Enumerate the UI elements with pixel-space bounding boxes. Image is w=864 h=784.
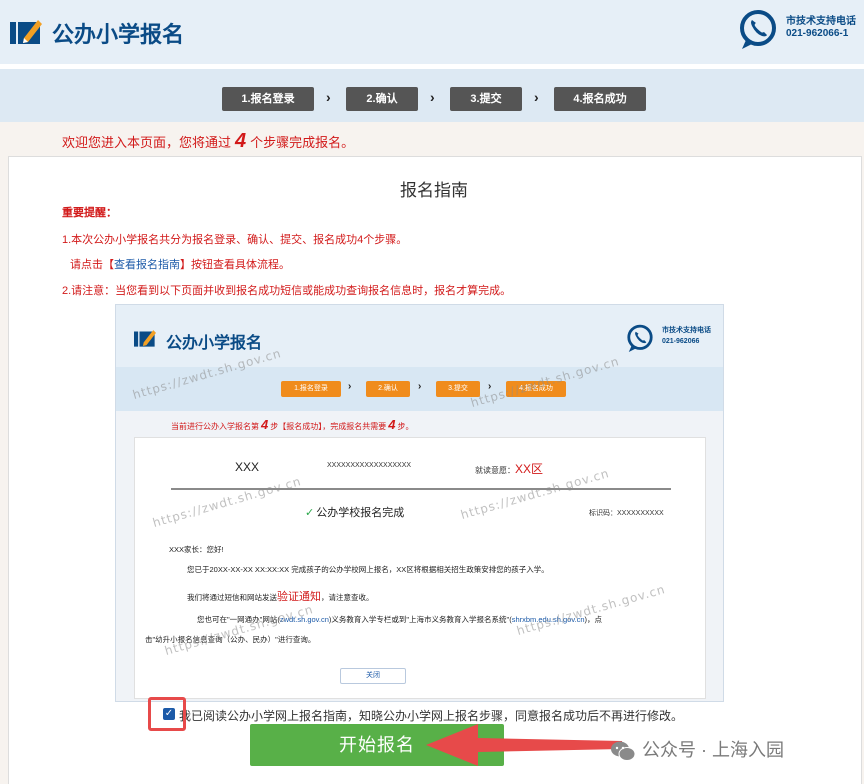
important-label: 重要提醒： [62, 207, 117, 219]
phone-support-icon [740, 10, 776, 49]
ex-school-label: 就读意愿： [475, 466, 515, 475]
wechat-account-watermark: 公众号 · 上海入园 [642, 740, 784, 760]
chevron-right-icon: › [326, 89, 331, 105]
chevron-right-icon: › [430, 89, 435, 105]
support-phone-title: 市技术支持电话 [786, 16, 856, 27]
progress-steps: 1.报名登录 › 2.确认 › 3.提交 › 4.报名成功 [0, 64, 864, 122]
view-guide-link[interactable]: 查看报名指南 [114, 259, 180, 271]
ex-code-label: 标识码： [589, 510, 617, 517]
note-link-suffix: 】按钮查看具体流程。 [180, 259, 290, 271]
example-completion-status: ✓ 公办学校报名完成 [305, 504, 404, 520]
site-header: 公办小学报名 市技术支持电话 021-962066-1 [0, 0, 864, 64]
example-current-step: 当前进行公办入学报名第 4 步【报名成功】，完成报名共需要 4 步。 [171, 417, 413, 432]
example-site-title: 公办小学报名 [166, 335, 263, 352]
example-student-name: XXX [235, 460, 260, 474]
example-step-1: 1.报名登录 [281, 381, 341, 397]
ex-line3-middle: )义务教育入学专栏或到"上海市义务教育入学报名系统"( [328, 615, 512, 624]
example-header: 公办小学报名 市技术支持电话 021-962066 [116, 305, 723, 367]
welcome-step-count: 4 [235, 130, 247, 152]
example-line-2: 我们将通过短信和网站发送验证通知，请注意查收。 [187, 588, 374, 604]
example-student-id: XXXXXXXXXXXXXXXXXX [327, 462, 412, 469]
guide-title: 报名指南 [400, 181, 468, 200]
example-support-number: 021-962066 [662, 338, 700, 345]
site-title: 公办小学报名 [52, 22, 185, 47]
ex-school-value: XX区 [515, 462, 544, 476]
example-support-title: 市技术支持电话 [662, 327, 711, 334]
red-arrow-annotation-icon [426, 724, 622, 766]
ex-line2-suffix: ，请注意查收。 [321, 593, 374, 602]
ex-total-steps: 4 [388, 417, 396, 432]
example-line-1: 您已于20XX-XX-XX XX:XX:XX 完成孩子的公办学校网上报名，XX区… [187, 565, 549, 574]
agreement-label: 我已阅读公办小学网上报名指南，知晓公办小学网上报名步骤，同意报名成功后不再进行修… [179, 709, 684, 723]
ex-line2-highlight: 验证通知 [277, 591, 321, 603]
step-1-login: 1.报名登录 [222, 87, 314, 111]
chevron-right-icon: › [534, 89, 539, 105]
guide-note-2: 2.请注意：当您看到以下页面并收到报名成功短信或能成功查询报名信息时，报名才算完… [62, 285, 512, 297]
ex-line2-prefix: 我们将通过短信和网站发送 [187, 593, 277, 602]
pencil-book-logo-icon [134, 330, 156, 347]
ex-current-prefix: 当前进行公办入学报名第 [171, 422, 259, 431]
support-phone-number: 021-962066-1 [786, 28, 849, 39]
ex-current-suffix: 步。 [397, 422, 414, 431]
example-id-code: 标识码：XXXXXXXXXX [589, 508, 664, 518]
example-step-2: 2.确认 [366, 381, 410, 397]
guide-note-1: 1.本次公办小学报名共分为报名登录、确认、提交、报名成功4个步骤。 [62, 234, 408, 246]
guide-note-link-line: 请点击【查看报名指南】按钮查看具体流程。 [70, 256, 290, 272]
welcome-message: 欢迎您进入本页面，您将通过 4 个步骤完成报名。 [62, 130, 354, 153]
pencil-book-logo-icon [10, 20, 42, 44]
ex-current-middle: 步【报名成功】，完成报名共需要 [270, 422, 387, 431]
chevron-right-icon: › [348, 381, 352, 392]
step-4-success: 4.报名成功 [554, 87, 646, 111]
step-2-confirm: 2.确认 [346, 87, 418, 111]
wechat-icon [611, 741, 636, 761]
ex-code-value: XXXXXXXXXX [617, 510, 664, 517]
ex-current-step-num: 4 [261, 417, 269, 432]
ex-done-text: 公办学校报名完成 [316, 507, 405, 519]
example-success-screenshot: 公办小学报名 市技术支持电话 021-962066 1.报名登录 › 2.确认 … [115, 304, 724, 702]
check-icon: ✓ [305, 507, 315, 519]
step-3-submit: 3.提交 [450, 87, 522, 111]
note-link-prefix: 请点击【 [70, 259, 114, 271]
example-result-card: XXX XXXXXXXXXXXXXXXXXX 就读意愿：XX区 ✓ 公办学校报名完… [134, 437, 706, 699]
welcome-suffix: 个步骤完成报名。 [250, 135, 355, 150]
example-close-button: 关闭 [340, 668, 406, 684]
checkbox-highlight-annotation [148, 697, 186, 731]
chevron-right-icon: › [418, 381, 422, 392]
phone-support-icon [627, 324, 653, 352]
example-school-choice: 就读意愿：XX区 [475, 460, 543, 477]
welcome-prefix: 欢迎您进入本页面，您将通过 [62, 135, 232, 150]
example-greeting: XXX家长：您好! [169, 545, 224, 554]
